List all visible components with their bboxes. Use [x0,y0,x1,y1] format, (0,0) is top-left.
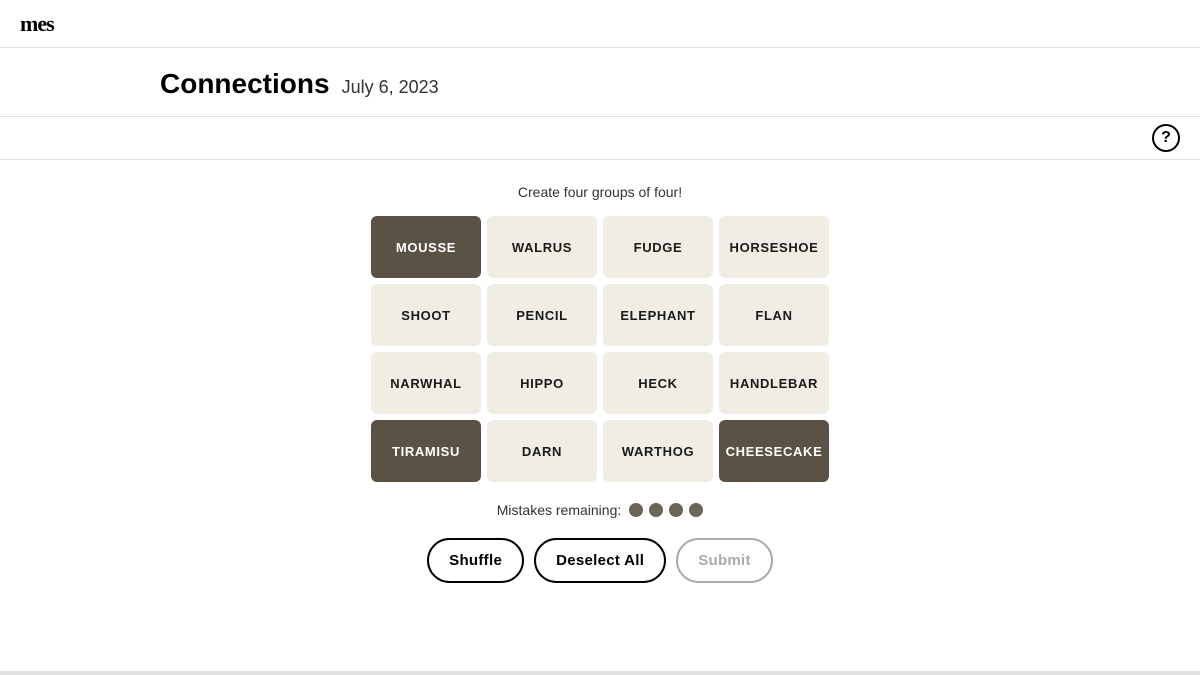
shuffle-button[interactable]: Shuffle [427,538,524,583]
nav-logo: mes [20,11,54,37]
page-date: July 6, 2023 [342,77,439,98]
word-tile-flan[interactable]: FLAN [719,284,829,346]
word-tile-mousse[interactable]: MOUSSE [371,216,481,278]
page-title: Connections [160,68,330,100]
word-tile-walrus[interactable]: WALRUS [487,216,597,278]
word-grid: MOUSSEWALRUSFUDGEHORSESHOE SHOOTPENCILELE… [371,216,829,482]
word-tile-cheesecake[interactable]: CHEESECAKE [719,420,829,482]
deselect-all-button[interactable]: Deselect All [534,538,666,583]
word-tile-tiramisu[interactable]: TIRAMISU [371,420,481,482]
buttons-row: Shuffle Deselect All Submit [427,538,773,583]
word-tile-heck[interactable]: HECK [603,352,713,414]
help-button[interactable]: ? [1152,124,1180,152]
mistake-dot-2 [669,503,683,517]
word-tile-pencil[interactable]: PENCIL [487,284,597,346]
word-tile-elephant[interactable]: ELEPHANT [603,284,713,346]
mistake-dot-1 [649,503,663,517]
word-tile-darn[interactable]: DARN [487,420,597,482]
mistakes-label: Mistakes remaining: [497,502,622,518]
page-header: Connections July 6, 2023 [160,48,1200,116]
bottom-bar [0,671,1200,675]
mistake-dots [629,503,703,517]
mistake-dot-0 [629,503,643,517]
word-tile-fudge[interactable]: FUDGE [603,216,713,278]
word-tile-narwhal[interactable]: NARWHAL [371,352,481,414]
word-tile-shoot[interactable]: SHOOT [371,284,481,346]
nav-bar: mes [0,0,1200,48]
mistake-dot-3 [689,503,703,517]
toolbar: ? [0,116,1200,160]
word-tile-hippo[interactable]: HIPPO [487,352,597,414]
game-instruction: Create four groups of four! [518,184,682,200]
mistakes-row: Mistakes remaining: [497,502,704,518]
word-tile-horseshoe[interactable]: HORSESHOE [719,216,829,278]
game-area: Create four groups of four! MOUSSEWALRUS… [0,160,1200,623]
submit-button[interactable]: Submit [676,538,773,583]
word-tile-warthog[interactable]: WARTHOG [603,420,713,482]
word-tile-handlebar[interactable]: HANDLEBAR [719,352,829,414]
